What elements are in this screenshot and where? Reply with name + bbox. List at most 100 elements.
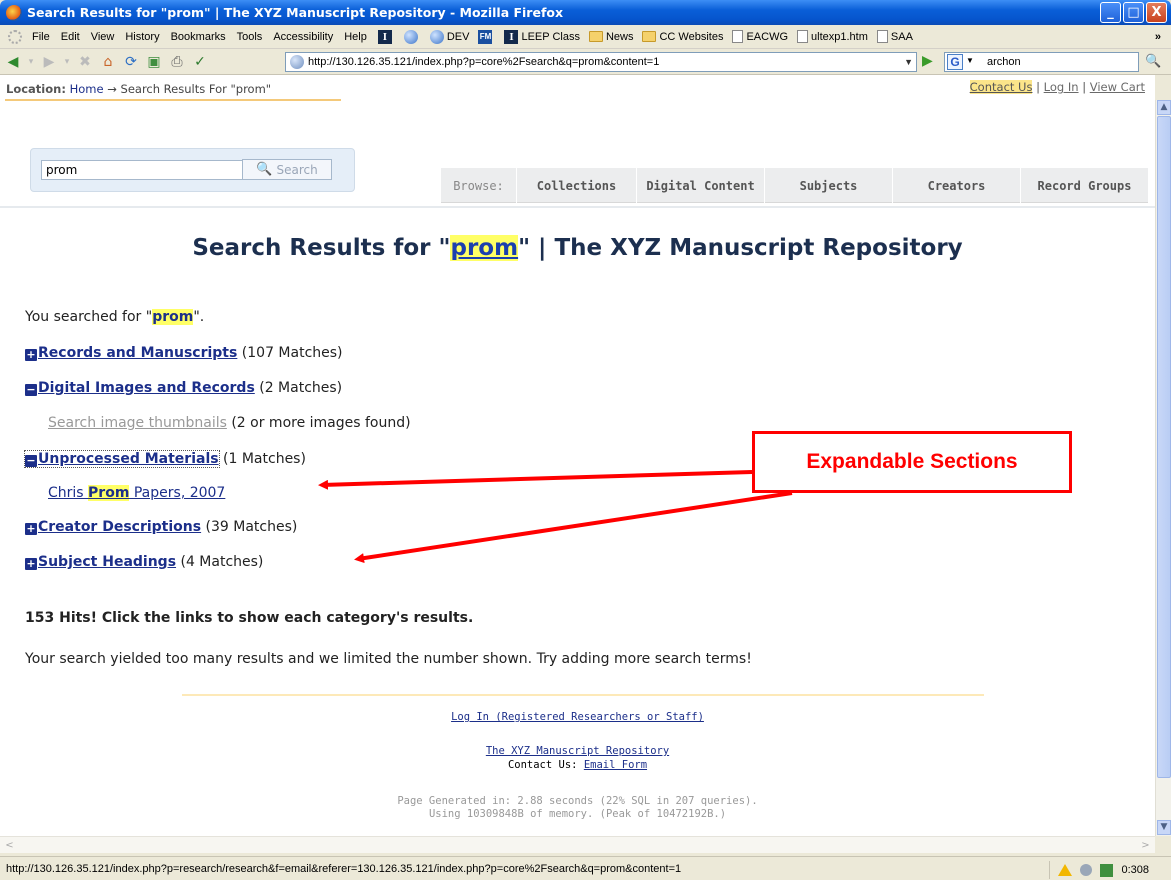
title-suffix: " | The XYZ Manuscript Repository [518,235,963,261]
bookmark-news[interactable]: News [588,31,633,43]
magnifier-icon[interactable]: 🔍 [1145,54,1161,69]
menu-help[interactable]: Help [344,31,367,43]
google-icon[interactable]: G [947,54,963,70]
search-button-label: Search [276,162,318,177]
back-dropdown-icon[interactable]: ▾ [27,53,35,71]
menu-accessibility[interactable]: Accessibility [273,31,333,43]
blocked-icon[interactable] [1080,864,1093,876]
scroll-left-icon[interactable]: < [2,838,17,853]
search-input[interactable]: prom [41,160,248,180]
address-dropdown-icon[interactable]: ▼ [904,57,913,67]
match-count: (107 Matches) [241,345,343,361]
thumbnails-row: Search image thumbnails (2 or more image… [48,415,411,431]
vertical-scrollbar[interactable]: ▲ ▼ [1155,100,1171,836]
minimize-button[interactable]: _ [1100,2,1121,23]
contact-us-link[interactable]: Contact Us [969,80,1033,94]
search-button[interactable]: 🔍 Search [242,159,332,180]
creator-descriptions-link[interactable]: + Creator Descriptions [25,519,201,535]
bookmark-leep-class[interactable]: I LEEP Class [504,29,580,44]
footer-repo-link[interactable]: The XYZ Manuscript Repository [486,745,669,757]
breadcrumb-home-link[interactable]: Home [70,82,104,96]
globe-icon [403,29,418,44]
expand-plus-icon[interactable]: + [25,558,37,570]
search-engine-dropdown-icon[interactable]: ▼ [966,56,974,65]
scroll-right-icon[interactable]: > [1138,838,1153,853]
bookmark-saa[interactable]: SAA [876,30,913,43]
menu-edit[interactable]: Edit [61,31,80,43]
bookmark-cc-websites[interactable]: CC Websites [642,31,723,43]
log-in-link[interactable]: Log In [1044,80,1079,94]
section-unprocessed: − Unprocessed Materials (1 Matches) [24,450,306,468]
forward-icon[interactable]: ▶ [40,53,58,71]
horizontal-scrollbar[interactable]: < > [0,836,1155,853]
new-tab-icon[interactable]: ▣ [145,53,163,71]
warning-icon[interactable] [1058,864,1073,876]
breadcrumb: Location: Home → Search Results For "pro… [6,82,271,96]
scroll-up-icon[interactable]: ▲ [1157,100,1171,115]
collapse-minus-icon[interactable]: − [25,455,37,467]
unprocessed-materials-link[interactable]: − Unprocessed Materials [24,450,220,468]
chris-prom-papers-link[interactable]: Chris Prom Papers, 2007 [48,485,225,501]
stop-icon[interactable]: ✖ [76,53,94,71]
bookmark-dev[interactable]: DEV [429,29,469,44]
expand-plus-icon[interactable]: + [25,349,37,361]
update-icon[interactable] [1100,863,1114,877]
bookmark-ultexp1[interactable]: ultexp1.htm [797,30,868,43]
match-count: (39 Matches) [205,519,298,535]
footer-email-form-link[interactable]: Email Form [584,759,647,771]
menu-tools[interactable]: Tools [237,31,263,43]
filemaker-icon: FM [478,29,493,44]
page-content: Location: Home → Search Results For "pro… [0,75,1155,840]
web-search-field[interactable]: G ▼ archon [944,52,1139,72]
menu-history[interactable]: History [125,31,159,43]
search-thumbnails-link[interactable]: Search image thumbnails [48,415,227,431]
forward-dropdown-icon[interactable]: ▾ [63,53,71,71]
status-url: http://130.126.35.121/index.php?p=resear… [6,862,682,875]
bookmark-fm[interactable]: FM [478,29,495,44]
tab-creators[interactable]: Creators [892,168,1020,203]
web-search-value: archon [987,56,1021,68]
footer-memory: Using 10309848B of memory. (Peak of 1047… [428,808,727,820]
footer-generated: Page Generated in: 2.88 seconds (22% SQL… [397,795,758,807]
maximize-button[interactable]: □ [1123,2,1144,23]
tab-subjects[interactable]: Subjects [764,168,892,203]
bookmark-globe[interactable] [403,29,421,44]
search-icon: 🔍 [256,162,273,177]
illinois-logo-icon: I [377,29,392,44]
tab-collections[interactable]: Collections [516,168,636,203]
bookmarks-overflow-chevron-icon[interactable]: » [1155,31,1161,43]
records-manuscripts-link[interactable]: + Records and Manuscripts [25,345,237,361]
expand-plus-icon[interactable]: + [25,523,37,535]
toolbar-grip-icon [8,29,22,44]
scroll-down-icon[interactable]: ▼ [1157,820,1171,835]
tab-record-groups[interactable]: Record Groups [1020,168,1148,203]
status-bar: http://130.126.35.121/index.php?p=resear… [0,856,1171,880]
close-button[interactable]: X [1146,2,1167,23]
view-cart-link[interactable]: View Cart [1090,80,1145,94]
collapse-minus-icon[interactable]: − [25,384,37,396]
home-icon[interactable]: ⌂ [99,53,117,71]
status-divider [1049,861,1051,879]
section-label: Creator Descriptions [38,519,202,535]
tab-digital-content[interactable]: Digital Content [636,168,764,203]
footer-login-link[interactable]: Log In (Registered Researchers or Staff) [451,711,704,723]
annotation-arrow-upper [318,470,753,490]
bookmark-eacwg[interactable]: EACWG [732,30,788,43]
reload-icon[interactable]: ⟳ [122,53,140,71]
scroll-thumb[interactable] [1157,116,1171,778]
bookmark-illinois-1[interactable]: I [377,29,395,44]
footer-repo: The XYZ Manuscript Repository [0,745,1155,757]
digital-images-link[interactable]: − Digital Images and Records [25,380,255,396]
menu-view[interactable]: View [91,31,115,43]
page-icon [732,30,744,43]
result-highlighted-term: Prom [88,485,130,501]
spellcheck-icon[interactable]: ✓ [191,53,209,71]
subject-headings-link[interactable]: + Subject Headings [25,554,176,570]
result-prefix: Chris [48,485,89,501]
back-icon[interactable]: ◀ [4,53,22,71]
menu-file[interactable]: File [32,31,50,43]
address-bar[interactable]: http://130.126.35.121/index.php?p=core%2… [285,52,917,72]
go-icon[interactable]: ▶ [922,53,933,69]
print-icon[interactable]: ⎙ [168,53,186,71]
menu-bookmarks[interactable]: Bookmarks [171,31,226,43]
